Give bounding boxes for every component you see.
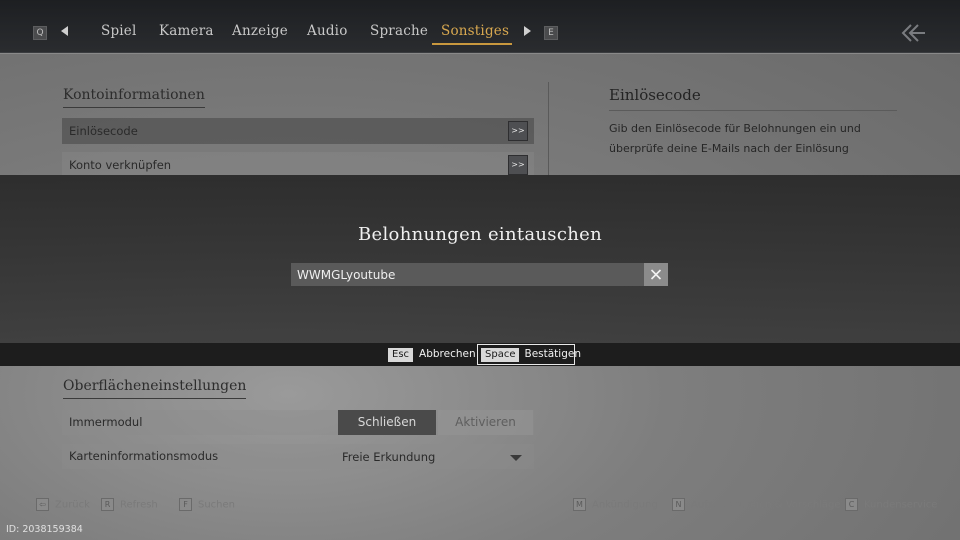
row-map-info-mode: Karteninformationsmodus (62, 444, 534, 469)
hint-label: Ankündigung (592, 499, 658, 511)
hint-label: Aufzeichnungen & Vorschläge (691, 499, 841, 511)
cancel-button[interactable]: Esc Abbrechen (388, 347, 476, 362)
row-label: Einlösecode (69, 124, 138, 138)
redeem-dialog (0, 175, 960, 343)
key-icon: ⇦ (36, 498, 49, 511)
key-icon: C (845, 498, 858, 511)
info-title: Einlösecode (609, 86, 897, 111)
hint-label: Refresh (120, 499, 158, 511)
open-button[interactable]: >> (508, 121, 528, 141)
option-close[interactable]: Schließen (338, 410, 436, 435)
panel-divider (548, 82, 549, 177)
clear-input-button[interactable] (644, 263, 668, 286)
hint-back[interactable]: ⇦ Zurück (36, 498, 90, 511)
tab-audio[interactable]: Audio (307, 23, 348, 39)
key-icon: M (573, 498, 586, 511)
confirm-button[interactable]: Space Bestätigen (481, 347, 581, 362)
hint-customer-service[interactable]: C Kundenservice (845, 498, 937, 511)
close-icon (650, 269, 662, 280)
dialog-title: Belohnungen eintauschen (358, 224, 602, 245)
tab-anzeige[interactable]: Anzeige (232, 23, 288, 39)
chevron-down-icon[interactable] (510, 455, 522, 461)
tab-prev-arrow-icon[interactable] (61, 26, 68, 36)
space-key-icon: Space (481, 348, 520, 362)
next-tab-key-hint: E (544, 26, 558, 40)
tab-spiel[interactable]: Spiel (101, 23, 137, 39)
key-icon: N (672, 498, 685, 511)
row-label: Immermodul (69, 415, 143, 429)
hint-label: Suchen (198, 499, 236, 511)
hint-refresh[interactable]: R Refresh (101, 498, 158, 511)
hint-label: Kundenservice (864, 499, 938, 511)
map-mode-select[interactable]: Freie Erkundung (342, 450, 435, 464)
tab-sonstiges[interactable]: Sonstiges (441, 23, 509, 39)
redeem-code-input[interactable] (291, 263, 644, 286)
row-label: Konto verknüpfen (69, 158, 172, 172)
esc-key-icon: Esc (388, 348, 414, 362)
player-id: ID: 2038159384 (6, 524, 83, 535)
hint-announcement[interactable]: M Ankündigung (573, 498, 658, 511)
settings-tab-bar: Q Spiel Kamera Anzeige Audio Sprache Son… (0, 0, 960, 53)
hint-records[interactable]: N Aufzeichnungen & Vorschläge (672, 498, 840, 511)
section-title-interface: Oberflächeneinstellungen (63, 378, 247, 399)
prev-tab-key-hint: Q (33, 26, 47, 40)
cancel-label: Abbrechen (419, 348, 476, 360)
active-tab-indicator (432, 43, 512, 45)
tab-sprache[interactable]: Sprache (370, 23, 428, 39)
row-redeem-code[interactable]: Einlösecode >> (62, 118, 534, 144)
info-description: Gib den Einlösecode für Belohnungen ein … (609, 122, 861, 155)
hint-search[interactable]: F Suchen (179, 498, 235, 511)
key-icon: F (179, 498, 192, 511)
hint-label: Zurück (55, 499, 90, 511)
row-label: Karteninformationsmodus (69, 449, 219, 463)
back-icon[interactable] (900, 22, 926, 44)
key-icon: R (101, 498, 114, 511)
section-title-account: Kontoinformationen (63, 87, 205, 108)
open-button[interactable]: >> (508, 155, 528, 175)
confirm-label: Bestätigen (524, 348, 581, 360)
option-activate[interactable]: Aktivieren (438, 410, 533, 435)
tab-kamera[interactable]: Kamera (159, 23, 214, 39)
tab-next-arrow-icon[interactable] (524, 26, 531, 36)
